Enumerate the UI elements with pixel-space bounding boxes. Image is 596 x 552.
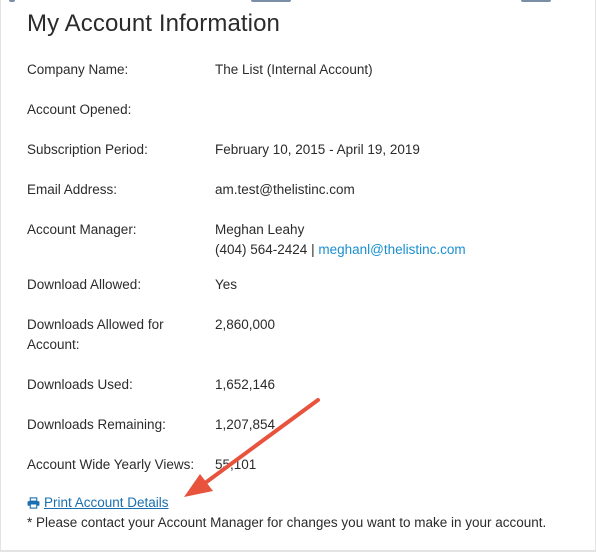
account-manager-label: Account Manager: — [27, 222, 137, 237]
yearly-views-value: 55,101 — [215, 457, 257, 472]
account-opened-label: Account Opened: — [27, 102, 132, 117]
download-allowed-value: Yes — [215, 277, 238, 292]
yearly-views-label: Account Wide Yearly Views: — [27, 457, 195, 472]
email-address-label: Email Address: — [27, 182, 118, 197]
company-name-label: Company Name: — [27, 62, 129, 77]
downloads-used-value: 1,652,146 — [215, 377, 276, 392]
downloads-allowed-account-value: 2,860,000 — [215, 317, 276, 332]
account-manager-value: Meghan Leahy (404) 564-2424 | meghanl@th… — [215, 220, 466, 260]
subscription-period-value: February 10, 2015 - April 19, 2019 — [215, 142, 420, 157]
company-name-value: The List (Internal Account) — [215, 62, 373, 77]
download-allowed-label: Download Allowed: — [27, 277, 142, 292]
contact-separator: | — [307, 242, 319, 257]
email-address-value: am.test@thelistinc.com — [215, 182, 355, 197]
top-edge-remnant — [1, 0, 596, 4]
account-info-panel: My Account Information Company Name: The… — [0, 0, 596, 552]
subscription-period-label: Subscription Period: — [27, 142, 148, 157]
print-icon — [27, 496, 40, 509]
print-link-label: Print Account Details — [44, 495, 169, 510]
print-account-details-link[interactable]: Print Account Details — [27, 495, 169, 510]
downloads-used-label: Downloads Used: — [27, 377, 133, 392]
downloads-remaining-value: 1,207,854 — [215, 417, 276, 432]
downloads-allowed-account-label: Downloads Allowed for Account: — [27, 317, 164, 352]
account-manager-name: Meghan Leahy — [215, 222, 305, 237]
account-manager-phone: (404) 564-2424 — [215, 242, 308, 257]
page-title: My Account Information — [27, 10, 280, 37]
contact-note: * Please contact your Account Manager fo… — [27, 515, 547, 530]
account-manager-email-link[interactable]: meghanl@thelistinc.com — [318, 242, 465, 257]
downloads-remaining-label: Downloads Remaining: — [27, 417, 166, 432]
